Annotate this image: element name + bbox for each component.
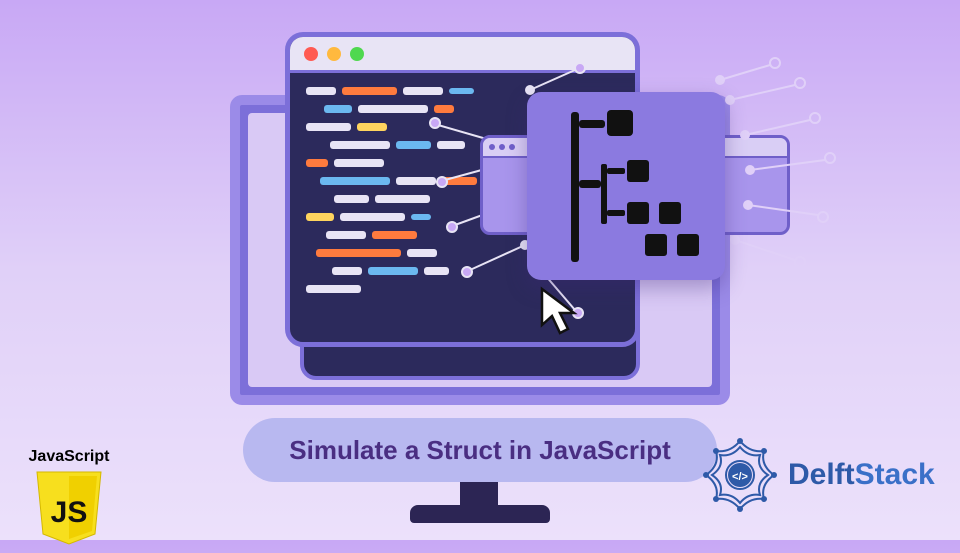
monitor-stand-base xyxy=(410,505,550,523)
delftstack-logo: </> DelftStack xyxy=(700,435,935,515)
struct-icon xyxy=(527,92,725,280)
js-label: JavaScript xyxy=(14,448,124,466)
close-dot-icon xyxy=(304,47,318,61)
maximize-dot-icon xyxy=(350,47,364,61)
js-shield-icon: JS xyxy=(31,468,107,544)
window-titlebar xyxy=(290,37,635,73)
delftstack-text: DelftStack xyxy=(788,458,935,492)
delftstack-emblem-icon: </> xyxy=(700,435,780,515)
minimize-dot-icon xyxy=(327,47,341,61)
cursor-icon xyxy=(538,285,584,341)
svg-text:JS: JS xyxy=(51,496,88,529)
struct-overlay-card xyxy=(527,92,725,280)
title-text: Simulate a Struct in JavaScript xyxy=(289,435,670,466)
svg-text:</>: </> xyxy=(732,471,748,483)
javascript-badge: JavaScript JS xyxy=(14,448,124,544)
title-banner: Simulate a Struct in JavaScript xyxy=(243,418,717,482)
